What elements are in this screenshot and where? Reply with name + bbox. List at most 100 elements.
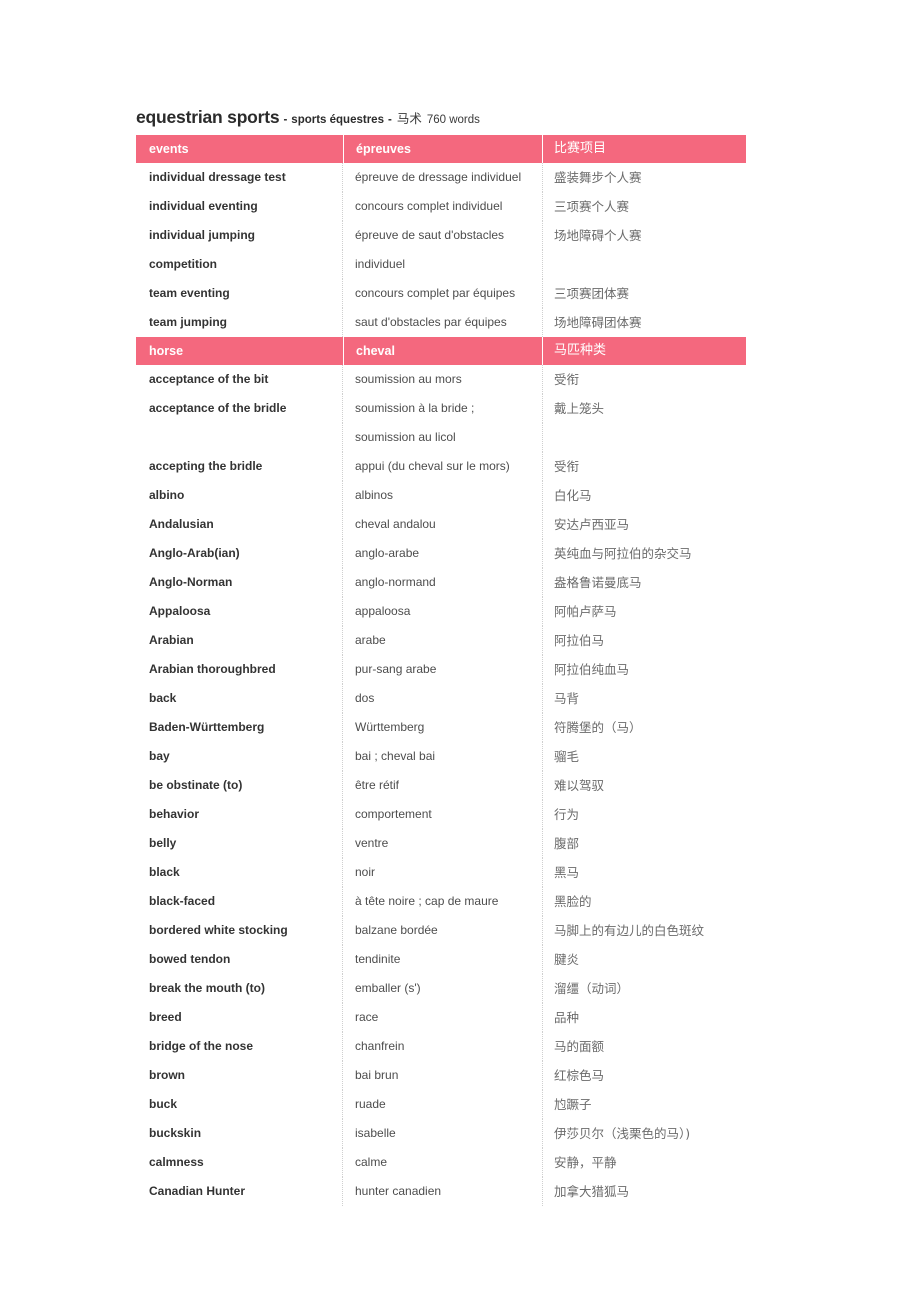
term-english-column: back xyxy=(136,684,343,713)
table-row: be obstinate (to) être rétif 难以驾驭 xyxy=(136,771,748,800)
term-english: individual eventing xyxy=(149,199,258,213)
term-french-column: ruade xyxy=(343,1090,543,1119)
term-english: break the mouth (to) xyxy=(149,981,265,995)
term-french-column: isabelle xyxy=(343,1119,543,1148)
term-english: Anglo-Arab(ian) xyxy=(149,546,240,560)
term-english-column: Arabian xyxy=(136,626,343,655)
term-chinese: 安静，平静 xyxy=(554,1155,617,1170)
term-french: arabe xyxy=(355,633,386,647)
term-french: bai brun xyxy=(355,1068,399,1082)
title-term-english: equestrian sports xyxy=(136,107,280,127)
term-french: emballer (s') xyxy=(355,981,421,995)
table-row: acceptance of the bridle soumission à la … xyxy=(136,394,748,423)
term-french: soumission à la bride ; xyxy=(355,401,475,415)
term-chinese: 加拿大猎狐马 xyxy=(554,1184,630,1199)
term-french-column: hunter canadien xyxy=(343,1177,543,1206)
table-row: brown bai brun 红棕色马 xyxy=(136,1061,748,1090)
term-english-column: accepting the bridle xyxy=(136,452,343,481)
term-english: accepting the bridle xyxy=(149,459,263,473)
section-header-row: horse cheval 马匹种类 xyxy=(136,337,748,365)
term-french-column: race xyxy=(343,1003,543,1032)
term-chinese-column: 三项赛团体赛 xyxy=(543,279,748,308)
table-row: accepting the bridle appui (du cheval sur… xyxy=(136,452,748,481)
term-french: épreuve de dressage individuel xyxy=(355,170,522,184)
table-row: acceptance of the bit soumission au mors 受… xyxy=(136,365,748,394)
term-chinese: 腱炎 xyxy=(554,952,580,967)
term-english-column: bay xyxy=(136,742,343,771)
section-header-english-column: horse xyxy=(136,337,343,365)
term-english-column: Canadian Hunter xyxy=(136,1177,343,1206)
table-row: behavior comportement 行为 xyxy=(136,800,748,829)
term-french-column: albinos xyxy=(343,481,543,510)
term-french: anglo-arabe xyxy=(355,546,420,560)
term-chinese-column: 难以驾驭 xyxy=(543,771,748,800)
table-row: individual dressage test épreuve de dress… xyxy=(136,163,748,192)
term-french-column: soumission au licol xyxy=(343,423,543,452)
term-french: chanfrein xyxy=(355,1039,405,1053)
term-chinese-column xyxy=(543,250,748,279)
term-english-column: brown xyxy=(136,1061,343,1090)
term-english-column: Anglo-Arab(ian) xyxy=(136,539,343,568)
title-word-count: 760 words xyxy=(426,114,480,126)
term-english: acceptance of the bit xyxy=(149,372,269,386)
term-english: belly xyxy=(149,836,177,850)
term-english: Anglo-Norman xyxy=(149,575,233,589)
term-chinese-column: 阿帕卢萨马 xyxy=(543,597,748,626)
term-french: comportement xyxy=(355,807,432,821)
term-english: Appaloosa xyxy=(149,604,211,618)
term-chinese: 难以驾驭 xyxy=(554,778,605,793)
term-french-column: être rétif xyxy=(343,771,543,800)
table-row: Arabian thoroughbred pur-sang arabe 阿拉伯纯血马 xyxy=(136,655,748,684)
term-english: back xyxy=(149,691,177,705)
title-term-french: sports équestres xyxy=(291,114,384,126)
term-chinese-column: 黑脸的 xyxy=(543,887,748,916)
table-row: Andalusian cheval andalou 安达卢西亚马 xyxy=(136,510,748,539)
term-french: hunter canadien xyxy=(355,1184,442,1198)
term-chinese-column: 伊莎贝尔（浅栗色的马）) xyxy=(543,1119,748,1148)
term-chinese: 三项赛个人赛 xyxy=(554,199,630,214)
term-english-column: bordered white stocking xyxy=(136,916,343,945)
term-english-column: team jumping xyxy=(136,308,343,337)
term-english-column: individual eventing xyxy=(136,192,343,221)
section-header-chinese: 比赛项目 xyxy=(543,135,746,163)
term-chinese: 阿拉伯马 xyxy=(554,633,605,648)
term-chinese-column: 腹部 xyxy=(543,829,748,858)
term-french-column: épreuve de dressage individuel xyxy=(343,163,543,192)
term-english: black-faced xyxy=(149,894,216,908)
table-row: individual jumping épreuve de saut d'obst… xyxy=(136,221,748,250)
glossary-page: equestrian sports - sports équestres - 马术 760… xyxy=(0,0,920,1302)
section-header-french: cheval xyxy=(344,337,542,365)
term-chinese: 黑脸的 xyxy=(554,894,592,909)
term-english-column xyxy=(136,423,343,452)
term-french: Württemberg xyxy=(355,720,425,734)
term-english: Baden-Württemberg xyxy=(149,720,265,734)
term-chinese: 受衔 xyxy=(554,372,580,387)
table-row: Baden-Württemberg Württemberg 符腾堡的（马） xyxy=(136,713,748,742)
term-chinese-column: 安静，平静 xyxy=(543,1148,748,1177)
term-chinese-column: 溜缰（动词） xyxy=(543,974,748,1003)
term-english-column: Appaloosa xyxy=(136,597,343,626)
term-chinese: 骝毛 xyxy=(554,749,580,764)
term-chinese-column: 行为 xyxy=(543,800,748,829)
term-chinese-column: 白化马 xyxy=(543,481,748,510)
term-french-column: appui (du cheval sur le mors) xyxy=(343,452,543,481)
term-english-column: belly xyxy=(136,829,343,858)
table-row: bridge of the nose chanfrein 马的面额 xyxy=(136,1032,748,1061)
term-english: acceptance of the bridle xyxy=(149,401,287,415)
term-chinese-column: 盛装舞步个人赛 xyxy=(543,163,748,192)
term-chinese: 盎格鲁诺曼底马 xyxy=(554,575,642,590)
term-french: dos xyxy=(355,691,375,705)
term-chinese: 溜缰（动词） xyxy=(554,981,630,996)
term-french-column: pur-sang arabe xyxy=(343,655,543,684)
term-chinese: 伊莎贝尔（浅栗色的马）) xyxy=(554,1126,691,1141)
term-french: concours complet par équipes xyxy=(355,286,516,300)
section-header-chinese-column: 比赛项目 xyxy=(542,135,746,163)
section-header-french-column: cheval xyxy=(343,337,542,365)
term-french-column: emballer (s') xyxy=(343,974,543,1003)
term-english-column: break the mouth (to) xyxy=(136,974,343,1003)
term-french: individuel xyxy=(355,257,406,271)
term-english-column: bowed tendon xyxy=(136,945,343,974)
term-french-column: balzane bordée xyxy=(343,916,543,945)
term-chinese: 红棕色马 xyxy=(554,1068,605,1083)
term-french: saut d'obstacles par équipes xyxy=(355,315,507,329)
